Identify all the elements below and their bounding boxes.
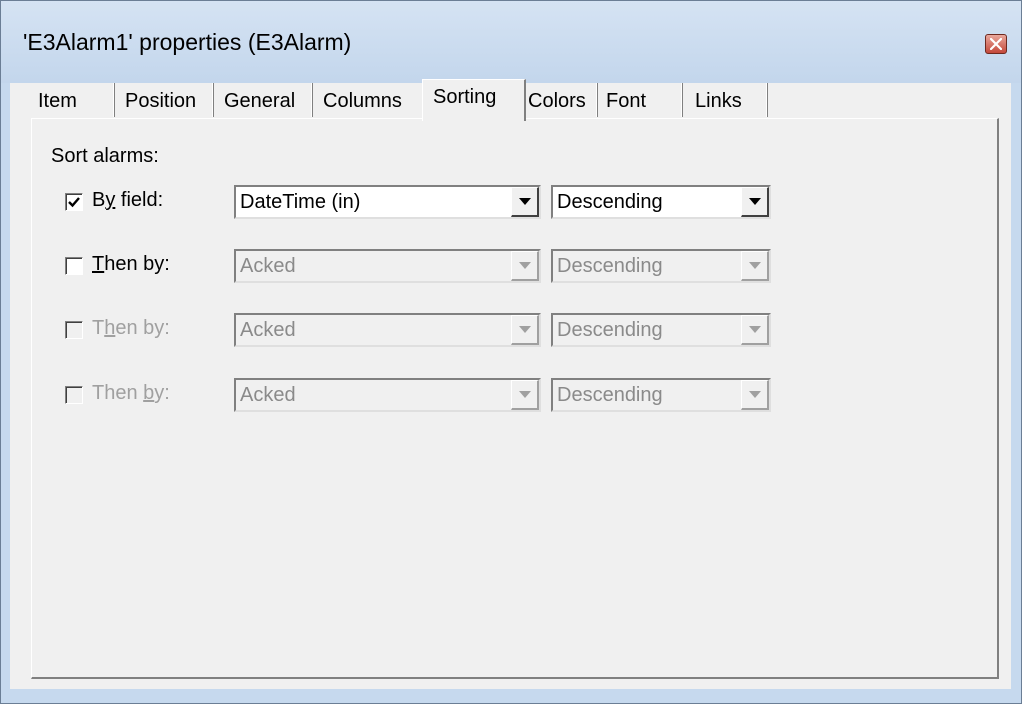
properties-dialog: 'E3Alarm1' properties (E3Alarm) Item Pos… xyxy=(0,0,1022,704)
tab-separator xyxy=(681,83,683,117)
sort-order-4-select[interactable]: Descending xyxy=(551,378,771,412)
sort-alarms-label: Sort alarms: xyxy=(51,145,159,167)
dropdown-arrow-icon xyxy=(519,262,531,269)
sort-order-3-dropdown-button[interactable] xyxy=(741,315,769,345)
window-title: 'E3Alarm1' properties (E3Alarm) xyxy=(23,29,352,55)
sort-order-1-value: Descending xyxy=(557,191,663,213)
sort-field-1-select[interactable]: DateTime (in) xyxy=(234,185,541,219)
dropdown-arrow-icon xyxy=(749,391,761,398)
tab-columns[interactable]: Columns xyxy=(323,84,402,118)
tab-item[interactable]: Item xyxy=(38,84,77,118)
sort-order-4-value: Descending xyxy=(557,384,663,406)
tab-font[interactable]: Font xyxy=(606,84,646,118)
tab-general[interactable]: General xyxy=(224,84,295,118)
tab-links[interactable]: Links xyxy=(695,84,742,118)
sort-order-2-value: Descending xyxy=(557,255,663,277)
sort-order-3-select[interactable]: Descending xyxy=(551,313,771,347)
dialog-client-area: Item Position General Columns Sorting Co… xyxy=(10,79,1011,689)
dropdown-arrow-icon xyxy=(519,391,531,398)
sort-order-4-dropdown-button[interactable] xyxy=(741,380,769,410)
sort-field-3-dropdown-button[interactable] xyxy=(511,315,539,345)
sort-field-4-select[interactable]: Acked xyxy=(234,378,541,412)
by-field-label: By field: xyxy=(92,189,164,211)
tab-separator xyxy=(113,83,115,117)
sort-field-1-dropdown-button[interactable] xyxy=(511,187,539,217)
sort-field-3-value: Acked xyxy=(240,319,296,341)
sort-field-4-value: Acked xyxy=(240,384,296,406)
tab-separator xyxy=(596,83,598,117)
then-by-3-checkbox[interactable] xyxy=(65,386,83,404)
sort-order-2-dropdown-button[interactable] xyxy=(741,251,769,281)
sort-order-1-select[interactable]: Descending xyxy=(551,185,771,219)
tab-separator xyxy=(766,83,768,117)
sort-field-2-dropdown-button[interactable] xyxy=(511,251,539,281)
dropdown-arrow-icon xyxy=(519,198,531,205)
sort-field-1-value: DateTime (in) xyxy=(240,191,361,213)
tab-separator xyxy=(311,83,313,117)
sort-order-1-dropdown-button[interactable] xyxy=(741,187,769,217)
sort-order-2-select[interactable]: Descending xyxy=(551,249,771,283)
tab-sorting[interactable]: Sorting xyxy=(433,80,496,114)
by-field-checkbox[interactable] xyxy=(65,193,83,211)
tab-separator xyxy=(212,83,214,117)
sort-field-2-select[interactable]: Acked xyxy=(234,249,541,283)
then-by-1-label: Then by: xyxy=(92,253,170,275)
sort-order-3-value: Descending xyxy=(557,319,663,341)
tab-colors[interactable]: Colors xyxy=(528,84,586,118)
then-by-2-label: Then by: xyxy=(92,317,170,339)
dropdown-arrow-icon xyxy=(749,326,761,333)
sort-field-2-value: Acked xyxy=(240,255,296,277)
checkmark-icon xyxy=(68,197,80,208)
close-button[interactable] xyxy=(985,34,1007,54)
sort-field-3-select[interactable]: Acked xyxy=(234,313,541,347)
then-by-3-label: Then by: xyxy=(92,382,170,404)
dropdown-arrow-icon xyxy=(519,326,531,333)
then-by-2-checkbox[interactable] xyxy=(65,321,83,339)
close-icon xyxy=(990,38,1002,50)
sort-field-4-dropdown-button[interactable] xyxy=(511,380,539,410)
dropdown-arrow-icon xyxy=(749,262,761,269)
then-by-1-checkbox[interactable] xyxy=(65,257,83,275)
tab-position[interactable]: Position xyxy=(125,84,196,118)
title-bar[interactable]: 'E3Alarm1' properties (E3Alarm) xyxy=(1,1,1021,83)
dropdown-arrow-icon xyxy=(749,198,761,205)
